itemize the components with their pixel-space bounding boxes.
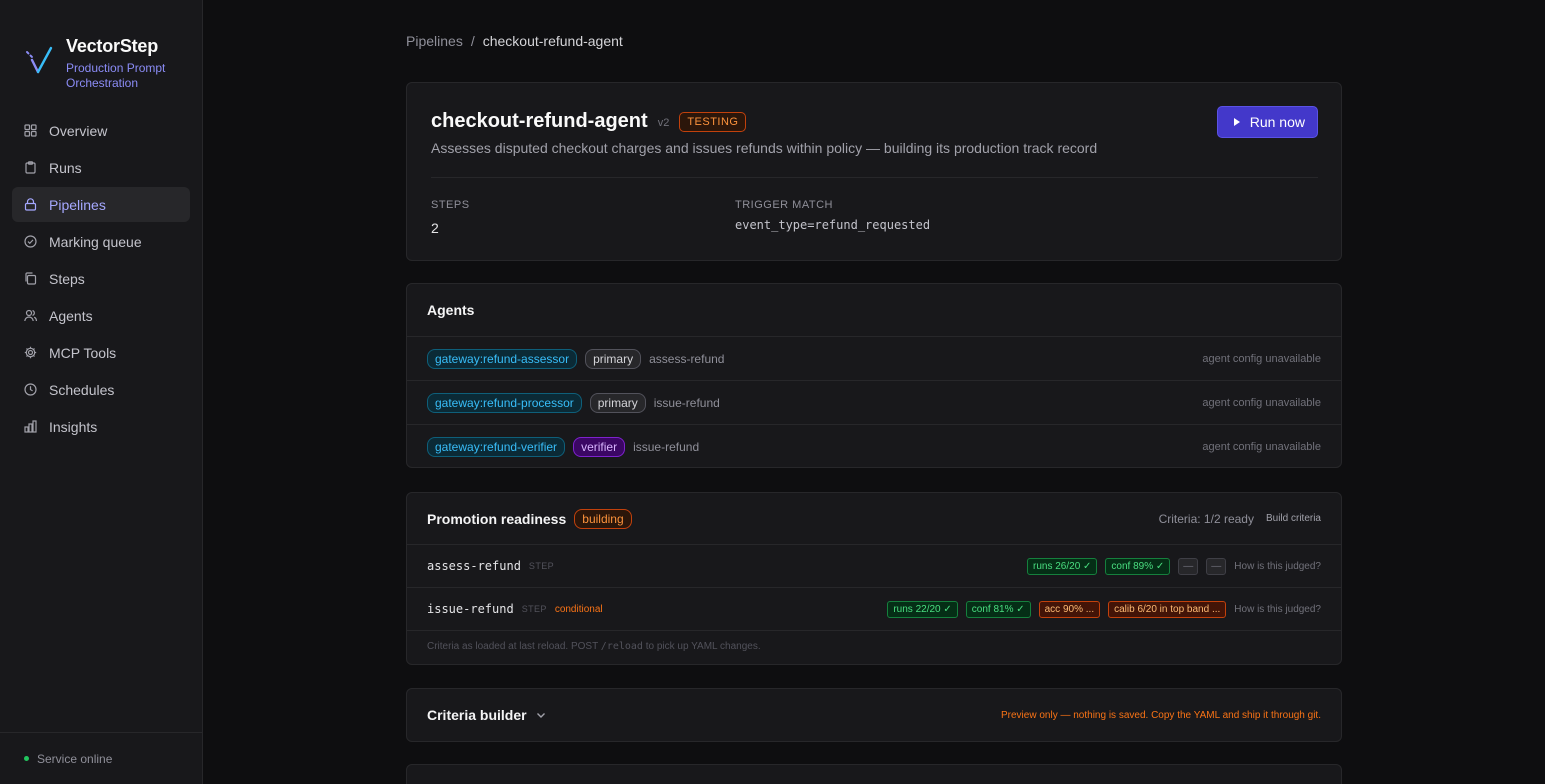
agent-gateway-tag[interactable]: gateway:refund-verifier (427, 437, 566, 457)
sidebar-item-label: Marking queue (49, 233, 142, 250)
criteria-count: Criteria: 1/2 ready (1158, 511, 1254, 526)
agent-row: gateway:refund-processor primary issue-r… (407, 381, 1341, 425)
brand-subtitle: Production Prompt Orchestration (66, 61, 166, 90)
sidebar-item-label: Steps (49, 270, 85, 287)
sidebar-item-mcp-tools[interactable]: MCP Tools (12, 335, 190, 370)
promotion-readiness-card: Promotion readiness building Criteria: 1… (406, 492, 1342, 665)
criterion-chip: runs 26/20 ✓ (1027, 557, 1098, 575)
lock-icon (24, 198, 37, 211)
run-now-label: Run now (1249, 114, 1305, 130)
sidebar-item-marking-queue[interactable]: Marking queue (12, 224, 190, 259)
chevron-down-icon (536, 713, 545, 718)
trigger-match-label: TRIGGER MATCH (735, 199, 833, 211)
step-row: issue-refund STEP conditional runs 22/20… (407, 588, 1341, 631)
sidebar: VectorStep Production Prompt Orchestrati… (0, 0, 203, 784)
play-icon (1233, 118, 1240, 126)
agent-row: gateway:refund-verifier verifier issue-r… (407, 425, 1341, 469)
steps-label: STEPS (431, 199, 470, 211)
agent-step: issue-refund (653, 395, 720, 410)
agent-step: issue-refund (633, 440, 700, 454)
pipeline-description: Assesses disputed checkout charges and i… (431, 140, 1098, 156)
criteria-builder-title: Criteria builder (427, 707, 527, 723)
breadcrumb-separator: / (470, 33, 475, 49)
bar-chart-icon (24, 420, 37, 433)
agents-card: Agents gateway:refund-assessor primary a… (406, 283, 1342, 468)
criterion-chip: — (1178, 557, 1199, 575)
run-now-button[interactable]: Run now (1216, 106, 1318, 138)
step-kind: STEP (528, 561, 555, 571)
sidebar-item-pipelines[interactable]: Pipelines (12, 187, 190, 222)
sidebar-item-label: Agents (49, 307, 93, 324)
pipeline-title: checkout-refund-agent (431, 110, 648, 132)
sidebar-item-label: Schedules (49, 381, 115, 398)
sidebar-item-steps[interactable]: Steps (12, 261, 190, 296)
status-text: Service online (37, 751, 113, 766)
gear-icon (24, 346, 37, 359)
grid-icon (24, 124, 37, 137)
criterion-chip: conf 81% ✓ (965, 600, 1031, 618)
next-section-card (406, 764, 1342, 784)
steps-value: 2 (431, 220, 439, 236)
agent-gateway-tag[interactable]: gateway:refund-processor (427, 392, 582, 413)
sidebar-item-overview[interactable]: Overview (12, 113, 190, 148)
step-kind: STEP (521, 604, 547, 614)
status-badge: TESTING (679, 111, 747, 132)
agent-role-tag: verifier (573, 437, 626, 457)
step-name: assess-refund (427, 559, 521, 573)
criterion-chip: conf 89% ✓ (1105, 557, 1171, 575)
sidebar-item-label: Insights (49, 418, 98, 435)
breadcrumb-current: checkout-refund-agent (482, 33, 623, 49)
agent-role-tag: primary (589, 392, 646, 413)
agent-gateway-tag[interactable]: gateway:refund-assessor (427, 348, 578, 369)
how-judged-link[interactable]: How is this judged? (1234, 604, 1321, 615)
trigger-match-value: event_type=refund_requested (735, 218, 931, 232)
agent-config-note: agent config unavailable (1202, 441, 1321, 453)
vectorstep-logo-icon (26, 46, 53, 74)
brand-name: VectorStep (66, 36, 159, 56)
pipeline-header-card: checkout-refund-agent v2 TESTING Assesse… (406, 82, 1342, 261)
sidebar-item-label: Runs (49, 159, 82, 176)
criteria-reload-note: Criteria as loaded at last reload. POST … (427, 641, 761, 652)
check-circle-icon (24, 235, 37, 248)
how-judged-link[interactable]: How is this judged? (1234, 561, 1321, 572)
agent-config-note: agent config unavailable (1202, 352, 1321, 365)
clipboard-icon (24, 161, 37, 174)
criterion-chip: runs 22/20 ✓ (887, 600, 958, 618)
promotion-title: Promotion readiness (427, 510, 567, 527)
criterion-chip: calib 6/20 in top band ... (1108, 600, 1227, 618)
clock-icon (24, 383, 37, 396)
breadcrumb-pipelines-link[interactable]: Pipelines (406, 33, 463, 49)
divider (431, 177, 1318, 178)
sidebar-item-label: Pipelines (49, 196, 106, 213)
sidebar-item-insights[interactable]: Insights (12, 409, 190, 444)
agent-role-tag: primary (585, 348, 642, 369)
sidebar-item-schedules[interactable]: Schedules (12, 372, 190, 407)
agent-config-note: agent config unavailable (1202, 396, 1321, 409)
agent-row: gateway:refund-assessor primary assess-r… (407, 337, 1341, 381)
users-icon (24, 309, 37, 322)
agents-title: Agents (427, 302, 475, 318)
criterion-chip: — (1206, 557, 1227, 575)
status-dot-icon (24, 756, 29, 761)
agent-step: assess-refund (649, 351, 725, 366)
sidebar-item-agents[interactable]: Agents (12, 298, 190, 333)
step-name: issue-refund (427, 602, 514, 616)
sidebar-nav: Overview Runs Pipelines Marking queue St… (12, 113, 190, 446)
service-status: Service online (0, 732, 202, 784)
breadcrumb: Pipelines / checkout-refund-agent (406, 33, 623, 49)
build-criteria-link[interactable]: Build criteria (1266, 513, 1321, 524)
promotion-status-badge: building (574, 508, 632, 529)
builder-preview-note: Preview only — nothing is saved. Copy th… (1001, 709, 1321, 721)
sidebar-item-runs[interactable]: Runs (12, 150, 190, 185)
copy-icon (24, 272, 37, 285)
criterion-chip: acc 90% ... (1038, 600, 1101, 618)
step-row: assess-refund STEP runs 26/20 ✓ conf 89%… (407, 545, 1341, 588)
brand[interactable]: VectorStep Production Prompt Orchestrati… (24, 36, 165, 91)
pipeline-version: v2 (657, 116, 670, 129)
criteria-builder-toggle[interactable]: Criteria builder Preview only — nothing … (406, 688, 1342, 742)
sidebar-item-label: MCP Tools (49, 344, 117, 361)
sidebar-item-label: Overview (49, 122, 108, 139)
step-conditional-tag: conditional (554, 603, 603, 615)
